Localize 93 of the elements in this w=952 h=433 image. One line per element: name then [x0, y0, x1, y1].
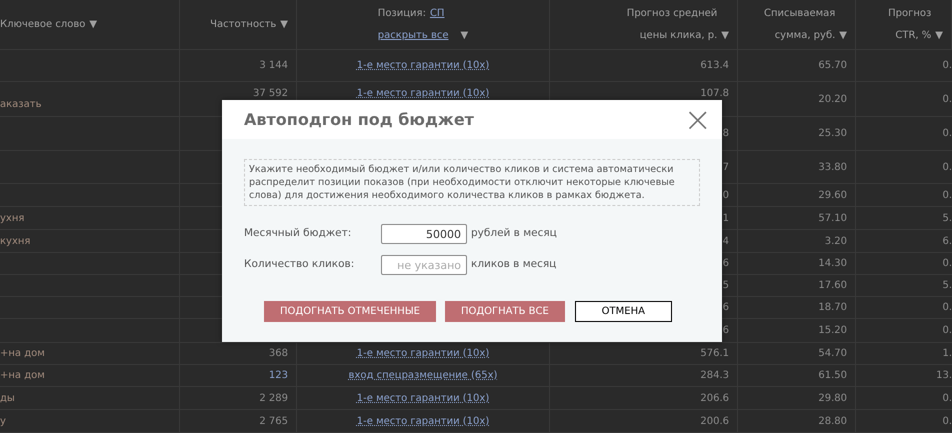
price-cell-text: 613.4	[700, 59, 729, 73]
close-button[interactable]: ×	[684, 102, 712, 136]
frequency-cell-text: 2 765	[259, 414, 288, 428]
info-text: Укажите необходимый бюджет и/или количество кликов и система автоматически распределит позиции показов (при необходимости отключит некоторые ключевые слова) для достижения необходимого количества кликов в рамках бюджета.	[244, 159, 700, 206]
price-cell-text: 8	[722, 127, 729, 141]
sort-icon[interactable]: ▼	[460, 24, 468, 46]
ctr-cell-text: 0.	[942, 257, 952, 271]
keyword-cell-text: ды	[0, 392, 15, 406]
fit-button[interactable]: ПОДОГНАТЬ ОТМЕЧЕННЫЕ	[264, 301, 436, 322]
sort-icon[interactable]: ▼	[89, 14, 98, 36]
spend-cell-text: 33.80	[818, 160, 847, 174]
position-link[interactable]: 1-е место гарантии (10х)	[356, 82, 490, 101]
spend-cell-text: 57.10	[818, 212, 847, 226]
column-header[interactable]: Прогноз средней	[626, 2, 718, 24]
price-cell-text: 200.6	[700, 414, 729, 428]
frequency-cell-text: 2 289	[259, 392, 288, 406]
field-suffix: рублей в месяц	[471, 226, 557, 242]
spend-cell-text: 18.70	[818, 301, 847, 315]
column-header[interactable]: сумма, руб.	[774, 24, 836, 46]
spend-cell-text: 3.20	[824, 234, 847, 248]
spend-cell-text: 54.70	[818, 347, 847, 361]
ctr-cell-text: 5.	[942, 279, 952, 293]
price-cell-text: 7	[722, 160, 729, 174]
position-link[interactable]: 1-е место гарантии (10х)	[356, 346, 490, 361]
sort-icon[interactable]: ▼	[721, 24, 729, 46]
price-cell-text: 107.8	[700, 87, 729, 101]
ctr-cell-text: 1.	[942, 347, 952, 361]
input-field[interactable]: не указано	[381, 255, 467, 275]
spend-cell-text: 65.70	[818, 59, 847, 73]
spend-cell-text: 29.80	[818, 392, 847, 406]
ctr-cell-text: 6.	[942, 234, 952, 248]
dialog-title: Автоподгон под бюджет	[244, 108, 474, 130]
spend-cell-text: 17.60	[818, 279, 847, 293]
price-cell-text: 6	[722, 301, 729, 315]
position-link[interactable]: 1-е место гарантии (10х)	[356, 58, 490, 73]
position-link[interactable]: 1-е место гарантии (10х)	[356, 390, 490, 406]
spend-cell-text: 14.30	[818, 257, 847, 271]
keyword-cell-text: +на дом	[0, 347, 45, 361]
ctr-cell-text: 13.	[936, 369, 952, 383]
spend-cell-text: 28.80	[818, 414, 847, 428]
price-cell-text: 6	[722, 257, 729, 271]
sort-icon[interactable]: ▼	[935, 24, 943, 46]
ctr-cell-text: 0.	[942, 188, 952, 202]
price-cell-text: 4	[722, 234, 729, 248]
keyword-cell-text: аказать	[0, 98, 42, 112]
frequency-cell-text: 37 592	[253, 87, 288, 101]
column-header[interactable]: Списываемая	[764, 2, 836, 24]
price-cell-text: 206.6	[700, 392, 729, 406]
keyword-cell-text: кухня	[0, 234, 30, 248]
keyword-cell-text: ухня	[0, 212, 24, 226]
ctr-cell-text: 0.	[942, 59, 952, 73]
keyword-cell-text: у	[0, 414, 6, 428]
sp-link[interactable]: СП	[430, 2, 444, 24]
frequency-cell-text: 123	[268, 369, 288, 383]
price-cell-text: 0	[722, 188, 729, 202]
position-link[interactable]: 1-е место гарантии (10х)	[356, 414, 490, 428]
frequency-cell-text: 3 144	[259, 59, 288, 73]
field-label: Количество кликов:	[244, 257, 356, 272]
column-header[interactable]: Частотность	[210, 14, 276, 36]
spend-cell-text: 25.30	[818, 127, 847, 141]
frequency-cell-text: 368	[268, 347, 288, 361]
sort-icon[interactable]: ▼	[280, 14, 288, 36]
column-header[interactable]: Ключевое слово	[0, 14, 86, 36]
field-label: Месячный бюджет:	[244, 226, 352, 242]
ctr-cell-text: 5.	[942, 212, 952, 226]
ctr-cell-text: 0.	[942, 324, 952, 338]
expand-all-link[interactable]: раскрыть все	[378, 24, 448, 46]
ctr-cell-text: 0.	[942, 301, 952, 315]
keyword-cell-text: +на дом	[0, 369, 45, 383]
spend-cell-text: 20.20	[818, 92, 847, 106]
input-field[interactable]: 50000	[381, 224, 467, 244]
ctr-cell-text: 0.	[942, 414, 952, 428]
ctr-cell-text: 0.	[942, 160, 952, 174]
cancel-button[interactable]: ОТМЕНА	[574, 301, 672, 322]
price-cell-text: 1	[722, 212, 729, 226]
ctr-cell-text: 0.	[942, 92, 952, 106]
column-header[interactable]: цены клика, р.	[640, 24, 718, 46]
sort-icon[interactable]: ▼	[839, 24, 847, 46]
position-link[interactable]: вход спецразмещение (65х)	[348, 368, 498, 383]
ctr-cell-text: 0.	[942, 392, 952, 406]
spend-cell-text: 15.20	[818, 324, 847, 338]
spend-cell-text: 29.60	[818, 188, 847, 202]
price-cell-text: 576.1	[700, 347, 729, 361]
spend-cell-text: 61.50	[818, 369, 847, 383]
price-cell-text: 6	[722, 324, 729, 338]
field-suffix: кликов в месяц	[471, 257, 556, 272]
fit-button[interactable]: ПОДОГНАТЬ ВСЕ	[444, 301, 565, 322]
column-header: Позиция:	[378, 6, 426, 20]
column-header[interactable]: Прогноз	[888, 2, 932, 24]
price-cell-text: 284.3	[700, 369, 729, 383]
column-header[interactable]: CTR, %	[895, 24, 932, 46]
price-cell-text: 5	[722, 279, 729, 293]
ctr-cell-text: 0.	[942, 127, 952, 141]
